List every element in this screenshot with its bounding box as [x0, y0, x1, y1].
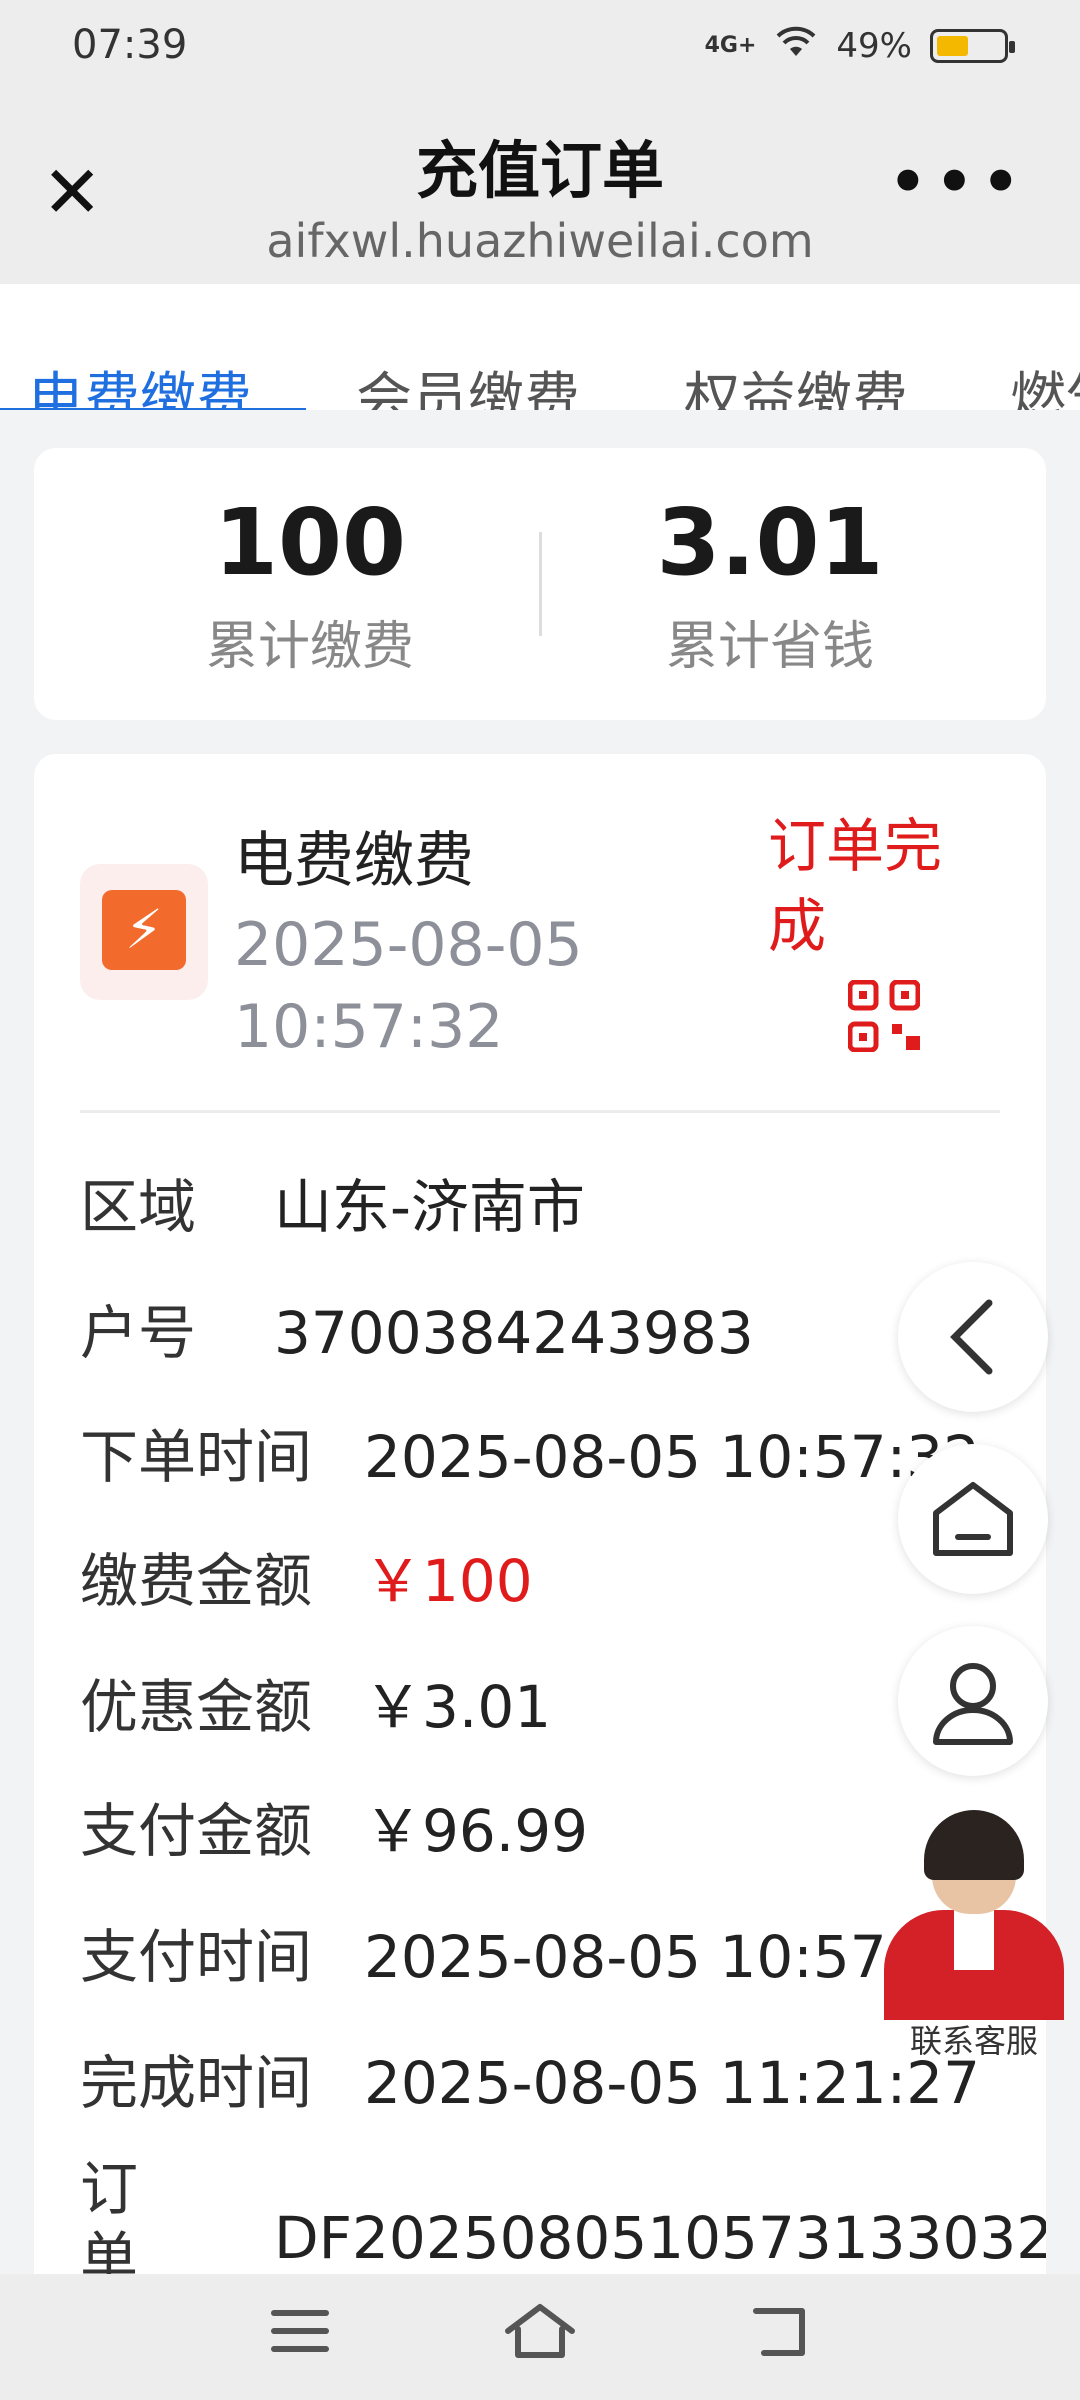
agent-collar	[954, 1910, 994, 1970]
detail-value: 山东-济南市	[274, 1173, 585, 1241]
battery-icon	[930, 28, 1015, 63]
total-paid: 100 累计缴费	[80, 488, 540, 679]
detail-key: 户号	[80, 1299, 197, 1367]
detail-pay-time: 支付时间 2025-08-05 10:57:50	[80, 1910, 980, 1994]
summary-card: 100 累计缴费 3.01 累计省钱	[34, 448, 1046, 720]
qr-code-icon[interactable]	[848, 980, 920, 1052]
total-paid-label: 累计缴费	[205, 617, 414, 677]
more-icon[interactable]: •••	[887, 140, 1026, 224]
detail-key: 缴费金额	[80, 1547, 313, 1615]
detail-account: 户号 3700384243983	[80, 1286, 754, 1370]
tab-electricity[interactable]: 电费缴费	[28, 354, 252, 410]
agent-hair	[924, 1810, 1024, 1880]
tab-underline	[0, 408, 306, 410]
status-bar: 07:39 4G+ 49%	[0, 0, 1080, 96]
network-icon: 4G+	[704, 33, 757, 58]
detail-key: 支付金额	[80, 1797, 313, 1865]
detail-value: DF2025080510573133032	[274, 2204, 1046, 2272]
tab-rights[interactable]: 权益缴费	[684, 354, 908, 410]
chevron-left-icon	[950, 1299, 993, 1375]
detail-value: ￥3.01	[364, 1673, 552, 1741]
order-card[interactable]: ⚡ 电费缴费 2025-08-05 10:57:32 订单完成 区域 山东-济南市…	[34, 754, 1046, 2354]
detail-value: ￥96.99	[364, 1797, 589, 1865]
detail-value: ￥100	[364, 1547, 533, 1615]
page-header: ✕ 充值订单 aifxwl.huazhiweilai.com •••	[0, 96, 1080, 284]
detail-value: 2025-08-05 10:57:32	[364, 1423, 980, 1491]
tab-bar: 电费缴费 会员缴费 权益缴费 燃气	[0, 284, 1080, 410]
order-datetime: 2025-08-05 10:57:32	[234, 910, 583, 1062]
detail-region: 区域 山东-济南市	[80, 1160, 585, 1244]
detail-order-time: 下单时间 2025-08-05 10:57:32	[80, 1410, 980, 1494]
home-icon	[933, 1482, 1013, 1556]
electricity-icon: ⚡	[80, 864, 208, 1000]
tab-membership[interactable]: 会员缴费	[356, 354, 580, 410]
user-icon	[933, 1663, 1013, 1745]
customer-service-button[interactable]: 联系客服	[884, 1810, 1064, 2060]
profile-fab[interactable]	[898, 1626, 1048, 1776]
detail-value: 3700384243983	[274, 1299, 754, 1367]
detail-key: 支付时间	[80, 1923, 313, 1991]
nav-home-icon[interactable]	[504, 2296, 576, 2378]
back-fab[interactable]	[898, 1262, 1048, 1412]
detail-key: 区域	[80, 1173, 197, 1241]
detail-key: 下单时间	[80, 1423, 313, 1491]
menu-icon[interactable]	[270, 2296, 330, 2378]
order-divider	[80, 1110, 1000, 1113]
order-title: 电费缴费	[234, 826, 474, 896]
detail-pay-amount: 缴费金额 ￥100	[80, 1534, 533, 1618]
detail-discount: 优惠金额 ￥3.01	[80, 1660, 551, 1744]
status-right: 4G+ 49%	[704, 24, 1015, 67]
detail-key: 完成时间	[80, 2049, 313, 2117]
total-saved-value: 3.01	[656, 489, 884, 596]
tab-gas[interactable]: 燃气	[1010, 354, 1080, 410]
order-status: 订单完成	[768, 812, 943, 960]
customer-service-label: 联系客服	[909, 2022, 1038, 2060]
detail-complete-time: 完成时间 2025-08-05 11:21:27	[80, 2036, 980, 2120]
detail-key: 优惠金额	[80, 1673, 313, 1741]
total-saved: 3.01 累计省钱	[540, 488, 1000, 679]
detail-paid: 支付金额 ￥96.99	[80, 1784, 588, 1868]
system-nav-bar	[0, 2274, 1080, 2400]
battery-percent: 49%	[836, 25, 912, 66]
total-saved-label: 累计省钱	[665, 617, 874, 677]
status-time: 07:39	[72, 22, 188, 68]
nav-back-icon[interactable]	[752, 2296, 812, 2378]
home-fab[interactable]	[898, 1444, 1048, 1594]
total-paid-value: 100	[213, 489, 407, 596]
wifi-icon	[774, 24, 818, 67]
